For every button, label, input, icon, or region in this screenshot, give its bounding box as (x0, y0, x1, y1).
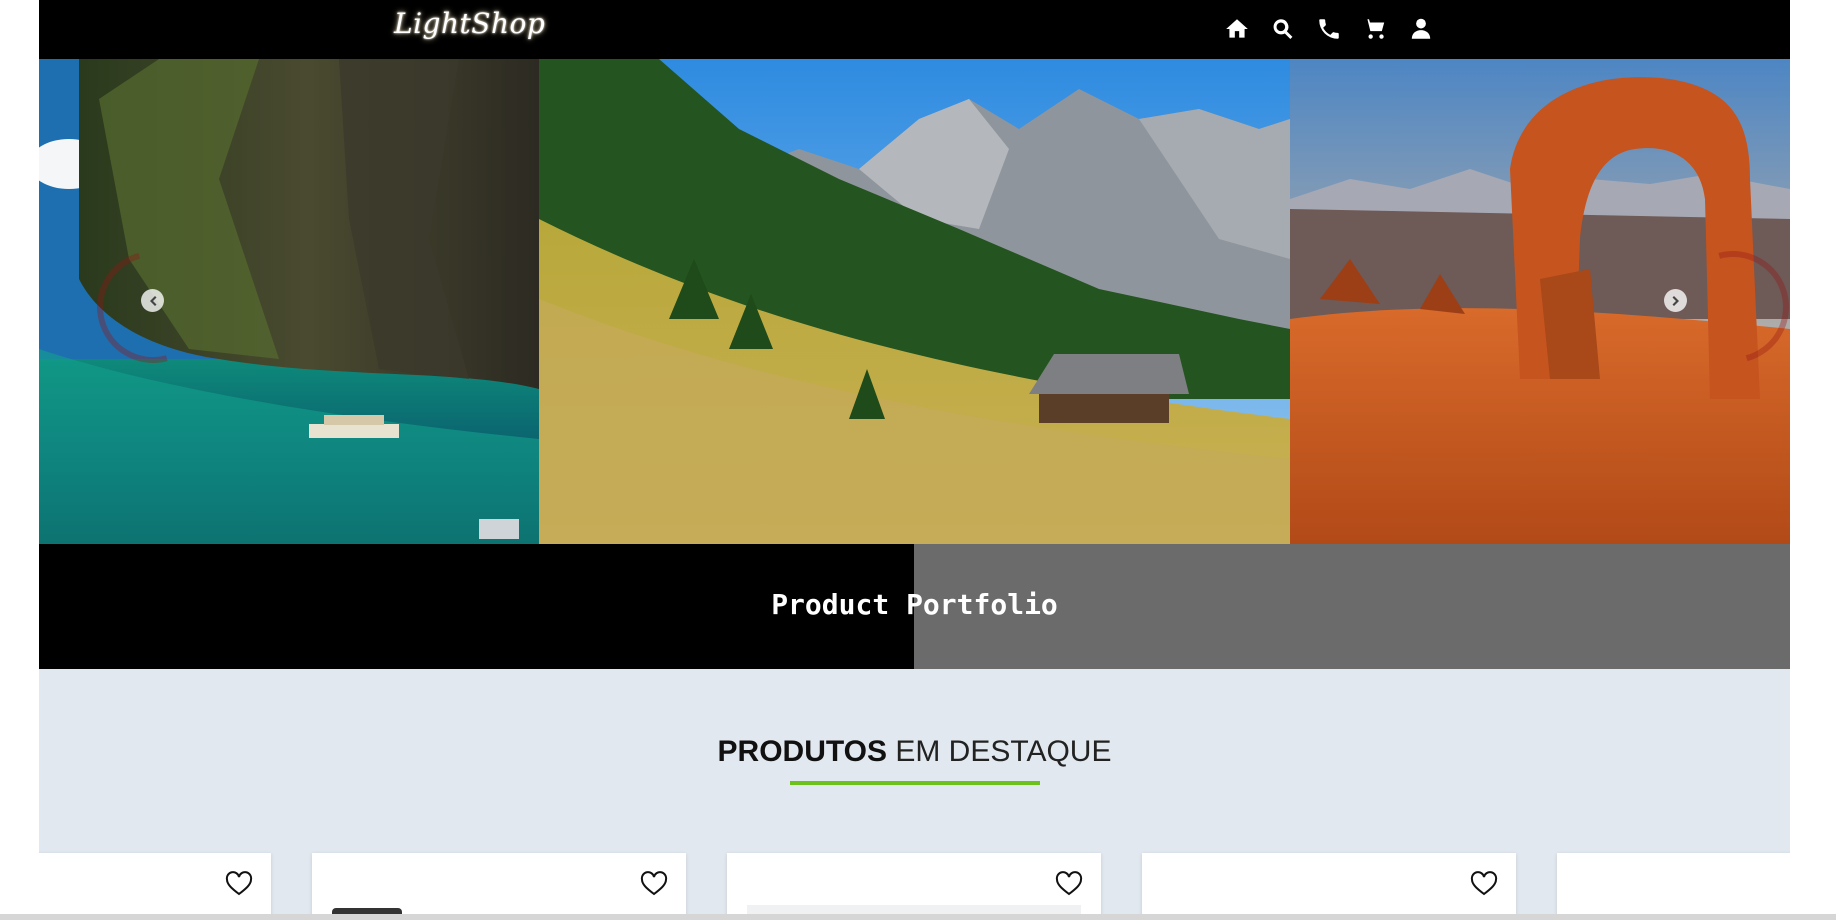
product-card[interactable] (1557, 853, 1790, 920)
heart-outline-icon (640, 871, 668, 896)
slide-alpine-meadow (539, 59, 1290, 544)
nav-icons (1224, 14, 1434, 44)
top-navbar: LightShop (39, 0, 1790, 59)
phone-icon (1319, 19, 1339, 39)
home-icon (1226, 19, 1248, 38)
section-title-light: EM DESTAQUE (895, 735, 1112, 768)
favorite-button[interactable] (1470, 871, 1498, 897)
phone-button[interactable] (1316, 14, 1342, 44)
logo[interactable]: LightShop (394, 7, 545, 40)
chevron-right-icon (1672, 295, 1679, 306)
favorite-button[interactable] (1055, 871, 1083, 897)
user-icon (1411, 18, 1431, 39)
heart-outline-icon (1470, 871, 1498, 896)
page: LightShop Product Portfolio PRODUTOS EM … (39, 0, 1790, 920)
slide-desert-arch (1290, 59, 1790, 544)
product-card[interactable] (1142, 853, 1516, 920)
scroll-edge (0, 914, 1836, 920)
product-card[interactable] (312, 853, 686, 920)
title-underline (790, 781, 1040, 785)
account-button[interactable] (1408, 14, 1434, 44)
slide-tropical-lagoon (39, 59, 539, 544)
portfolio-title: Product Portfolio (771, 588, 1058, 621)
carousel-next-button[interactable] (1664, 289, 1687, 312)
search-button[interactable] (1270, 14, 1296, 44)
section-title: PRODUTOS EM DESTAQUE (39, 735, 1790, 769)
cart-button[interactable] (1362, 14, 1388, 44)
search-icon (1273, 19, 1293, 39)
product-card[interactable] (727, 853, 1101, 920)
cart-icon (1364, 19, 1385, 39)
chevron-left-icon (149, 295, 156, 306)
portfolio-banner: Product Portfolio (39, 544, 1790, 669)
product-card[interactable] (39, 853, 271, 920)
home-button[interactable] (1224, 14, 1250, 44)
featured-products-section: PRODUTOS EM DESTAQUE (39, 669, 1790, 920)
section-title-bold: PRODUTOS (717, 735, 887, 768)
image-carousel (39, 59, 1790, 544)
carousel-prev-button[interactable] (141, 289, 164, 312)
favorite-button[interactable] (640, 871, 668, 897)
heart-outline-icon (225, 871, 253, 896)
heart-outline-icon (1055, 871, 1083, 896)
favorite-button[interactable] (225, 871, 253, 897)
